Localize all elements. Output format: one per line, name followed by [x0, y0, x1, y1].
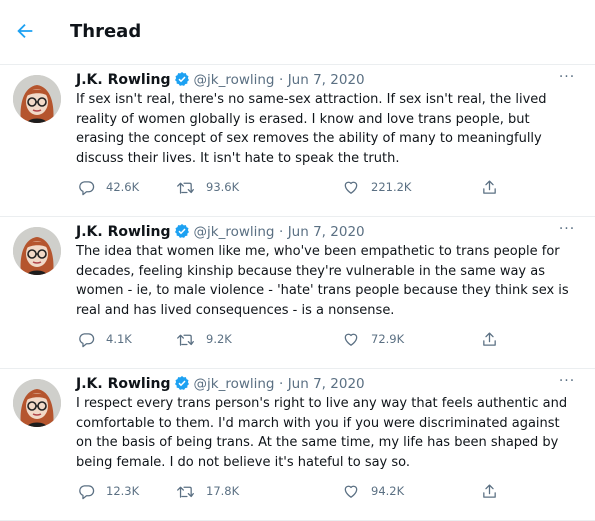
like-button[interactable]: 72.9K	[342, 328, 404, 350]
tweet[interactable]: J.K. Rowling @jk_rowling · Jun 7, 2020 ··…	[0, 217, 595, 369]
avatar[interactable]	[13, 379, 61, 427]
retweet-button[interactable]: 9.2K	[176, 328, 232, 350]
heart-icon	[344, 181, 358, 194]
share-button[interactable]	[481, 328, 498, 350]
retweet-count: 93.6K	[206, 180, 240, 194]
tweet-text: The idea that women like me, who've been…	[76, 244, 569, 318]
share-icon	[483, 483, 496, 498]
author-handle[interactable]: @jk_rowling	[194, 224, 275, 240]
tweet-date[interactable]: Jun 7, 2020	[288, 224, 365, 240]
retweet-count: 9.2K	[206, 332, 232, 346]
reply-button[interactable]: 4.1K	[78, 328, 132, 350]
tweet[interactable]: J.K. Rowling @jk_rowling · Jun 7, 2020 ··…	[0, 369, 595, 521]
meta-separator: ·	[278, 224, 284, 240]
more-options-button[interactable]: ···	[557, 70, 577, 90]
back-button[interactable]	[14, 20, 42, 44]
tweet[interactable]: J.K. Rowling @jk_rowling · Jun 7, 2020 ··…	[0, 65, 595, 217]
tweet-meta: J.K. Rowling @jk_rowling · Jun 7, 2020	[76, 70, 365, 90]
author-handle[interactable]: @jk_rowling	[194, 72, 275, 88]
reply-button[interactable]: 12.3K	[78, 480, 139, 502]
meta-separator: ·	[278, 376, 284, 392]
author-name[interactable]: J.K. Rowling	[76, 72, 171, 88]
verified-badge-icon	[174, 224, 189, 238]
tweet-text: If sex isn't real, there's no same-sex a…	[76, 92, 547, 166]
heart-icon	[344, 485, 358, 498]
retweet-count: 17.8K	[206, 484, 240, 498]
retweet-icon	[177, 182, 194, 194]
share-icon	[483, 331, 496, 346]
heart-icon	[344, 333, 358, 346]
verified-badge-icon	[174, 72, 189, 86]
meta-separator: ·	[278, 72, 284, 88]
tweet-date[interactable]: Jun 7, 2020	[288, 72, 365, 88]
verified-badge-icon	[174, 376, 189, 390]
tweet-date[interactable]: Jun 7, 2020	[288, 376, 365, 392]
more-options-button[interactable]: ···	[557, 222, 577, 242]
tweet-meta: J.K. Rowling @jk_rowling · Jun 7, 2020	[76, 222, 365, 242]
reply-icon	[79, 332, 95, 347]
author-name[interactable]: J.K. Rowling	[76, 376, 171, 392]
retweet-button[interactable]: 93.6K	[176, 176, 239, 198]
more-options-button[interactable]: ···	[557, 374, 577, 394]
author-handle[interactable]: @jk_rowling	[194, 376, 275, 392]
author-name[interactable]: J.K. Rowling	[76, 224, 171, 240]
like-button[interactable]: 221.2K	[342, 176, 411, 198]
tweet-meta: J.K. Rowling @jk_rowling · Jun 7, 2020	[76, 374, 365, 394]
share-icon	[483, 179, 496, 194]
arrow-left-icon	[17, 23, 33, 39]
avatar[interactable]	[13, 227, 61, 275]
reply-count: 42.6K	[106, 180, 140, 194]
thread-header: Thread	[0, 0, 595, 65]
share-button[interactable]	[481, 176, 498, 198]
retweet-icon	[177, 486, 194, 498]
share-button[interactable]	[481, 480, 498, 502]
like-button[interactable]: 94.2K	[342, 480, 404, 502]
tweet-actions: 12.3K 17.8K 94.2K	[76, 480, 516, 502]
retweet-icon	[177, 334, 194, 346]
like-count: 72.9K	[371, 332, 405, 346]
tweet-text: I respect every trans person's right to …	[76, 396, 568, 470]
like-count: 94.2K	[371, 484, 405, 498]
reply-button[interactable]: 42.6K	[78, 176, 139, 198]
retweet-button[interactable]: 17.8K	[176, 480, 239, 502]
reply-count: 12.3K	[106, 484, 140, 498]
like-count: 221.2K	[371, 180, 412, 194]
reply-icon	[79, 180, 95, 195]
avatar[interactable]	[13, 75, 61, 123]
tweet-actions: 4.1K 9.2K 72.9K	[76, 328, 516, 350]
reply-icon	[79, 484, 95, 499]
tweet-actions: 42.6K 93.6K 221.2K	[76, 176, 516, 198]
reply-count: 4.1K	[106, 332, 132, 346]
page-title: Thread	[70, 21, 142, 42]
